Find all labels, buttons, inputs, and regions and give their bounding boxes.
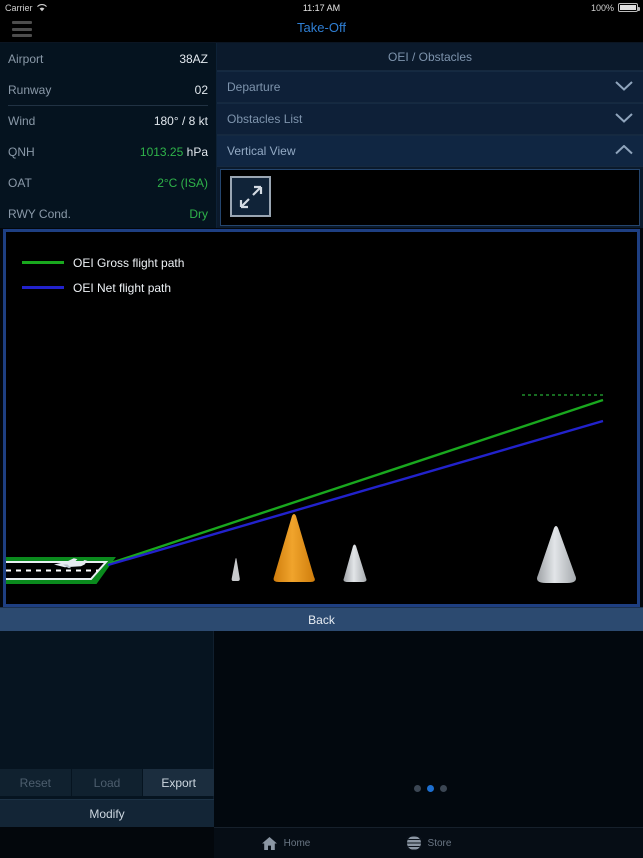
app-root: Carrier 11:17 AM 100% Take-Off Airport 3… (0, 0, 643, 858)
export-button[interactable]: Export (143, 769, 214, 796)
back-button[interactable]: Back (0, 607, 643, 631)
home-icon (261, 836, 278, 851)
info-row-runway[interactable]: Runway 02 (0, 74, 216, 105)
info-value: 02 (195, 83, 208, 97)
accordion-label: Obstacles List (227, 112, 302, 126)
accordion-label: Departure (227, 80, 280, 94)
lower-left-panel: Reset Load Export Modify (0, 631, 214, 827)
reset-button-label: Reset (20, 776, 51, 790)
info-label: Runway (8, 83, 51, 97)
info-label: Wind (8, 114, 35, 128)
back-button-label: Back (308, 613, 335, 627)
flight-info-panel: Airport 38AZ Runway 02 Wind 180° / 8 kt … (0, 43, 217, 228)
chevron-down-icon (615, 112, 633, 126)
info-row-airport[interactable]: Airport 38AZ (0, 43, 216, 74)
modify-button-label: Modify (89, 807, 124, 821)
globe-icon (406, 835, 422, 851)
bottom-tab-bar: Home Store (214, 827, 643, 858)
reset-button[interactable]: Reset (0, 769, 71, 796)
info-label: Airport (8, 52, 43, 66)
info-divider (8, 105, 208, 106)
runway-shape (6, 558, 114, 583)
battery-percent-label: 100% (591, 3, 614, 13)
info-row-oat[interactable]: OAT 2°C (ISA) (0, 167, 216, 198)
info-row-rwy-cond[interactable]: RWY Cond. Dry (0, 198, 216, 229)
modify-button[interactable]: Modify (0, 799, 214, 827)
info-value: 2°C (ISA) (157, 176, 208, 190)
action-button-row: Reset Load Export (0, 769, 214, 796)
obstacle-cone (537, 526, 576, 583)
page-dot-active[interactable] (427, 785, 434, 792)
accordion-vertical-view[interactable]: Vertical View (217, 135, 643, 167)
status-bar-time: 11:17 AM (0, 3, 643, 13)
info-row-wind[interactable]: Wind 180° / 8 kt (0, 105, 216, 136)
oei-obstacles-panel: OEI / Obstacles Departure Obstacles List… (217, 43, 643, 228)
vertical-view-body (220, 169, 640, 226)
tab-store[interactable]: Store (357, 828, 500, 858)
chevron-down-icon (615, 80, 633, 94)
chart-canvas: OEI Gross flight path OEI Net flight pat… (6, 232, 637, 604)
expand-fullscreen-icon[interactable] (230, 176, 271, 217)
info-label: RWY Cond. (8, 207, 71, 221)
obstacle-cone-highlight (274, 514, 315, 582)
info-value: 38AZ (179, 52, 208, 66)
tab-home-label: Home (284, 838, 311, 849)
panel-header: OEI / Obstacles (217, 43, 643, 71)
load-button[interactable]: Load (72, 769, 143, 796)
info-unit: hPa (187, 145, 208, 159)
info-value: Dry (189, 207, 208, 221)
chart-plot (6, 232, 637, 604)
accordion-obstacles-list[interactable]: Obstacles List (217, 103, 643, 135)
status-bar-right: 100% (591, 3, 638, 13)
page-dots (414, 785, 447, 792)
load-button-label: Load (94, 776, 121, 790)
tab-store-label: Store (428, 838, 452, 849)
page-dot[interactable] (414, 785, 421, 792)
tab-home[interactable]: Home (214, 828, 357, 858)
chevron-up-icon (615, 144, 633, 158)
info-row-qnh[interactable]: QNH 1013.25 hPa (0, 136, 216, 167)
obstacle-cone (344, 545, 367, 583)
obstacle-cone (232, 558, 240, 581)
status-bar: Carrier 11:17 AM 100% (0, 0, 643, 15)
info-value: 180° / 8 kt (154, 114, 208, 128)
info-label: QNH (8, 145, 35, 159)
nav-bar: Take-Off (0, 15, 643, 43)
battery-full-icon (618, 3, 638, 12)
page-title: Take-Off (0, 20, 643, 35)
info-label: OAT (8, 176, 32, 190)
export-button-label: Export (161, 776, 196, 790)
info-value: 1013.25 hPa (140, 145, 208, 159)
series-line-gross (108, 400, 603, 564)
accordion-departure[interactable]: Departure (217, 71, 643, 103)
vertical-view-chart[interactable]: OEI Gross flight path OEI Net flight pat… (3, 229, 640, 607)
accordion-label: Vertical View (227, 144, 295, 158)
page-dot[interactable] (440, 785, 447, 792)
series-line-net (108, 421, 603, 565)
lower-right-panel (214, 631, 643, 827)
